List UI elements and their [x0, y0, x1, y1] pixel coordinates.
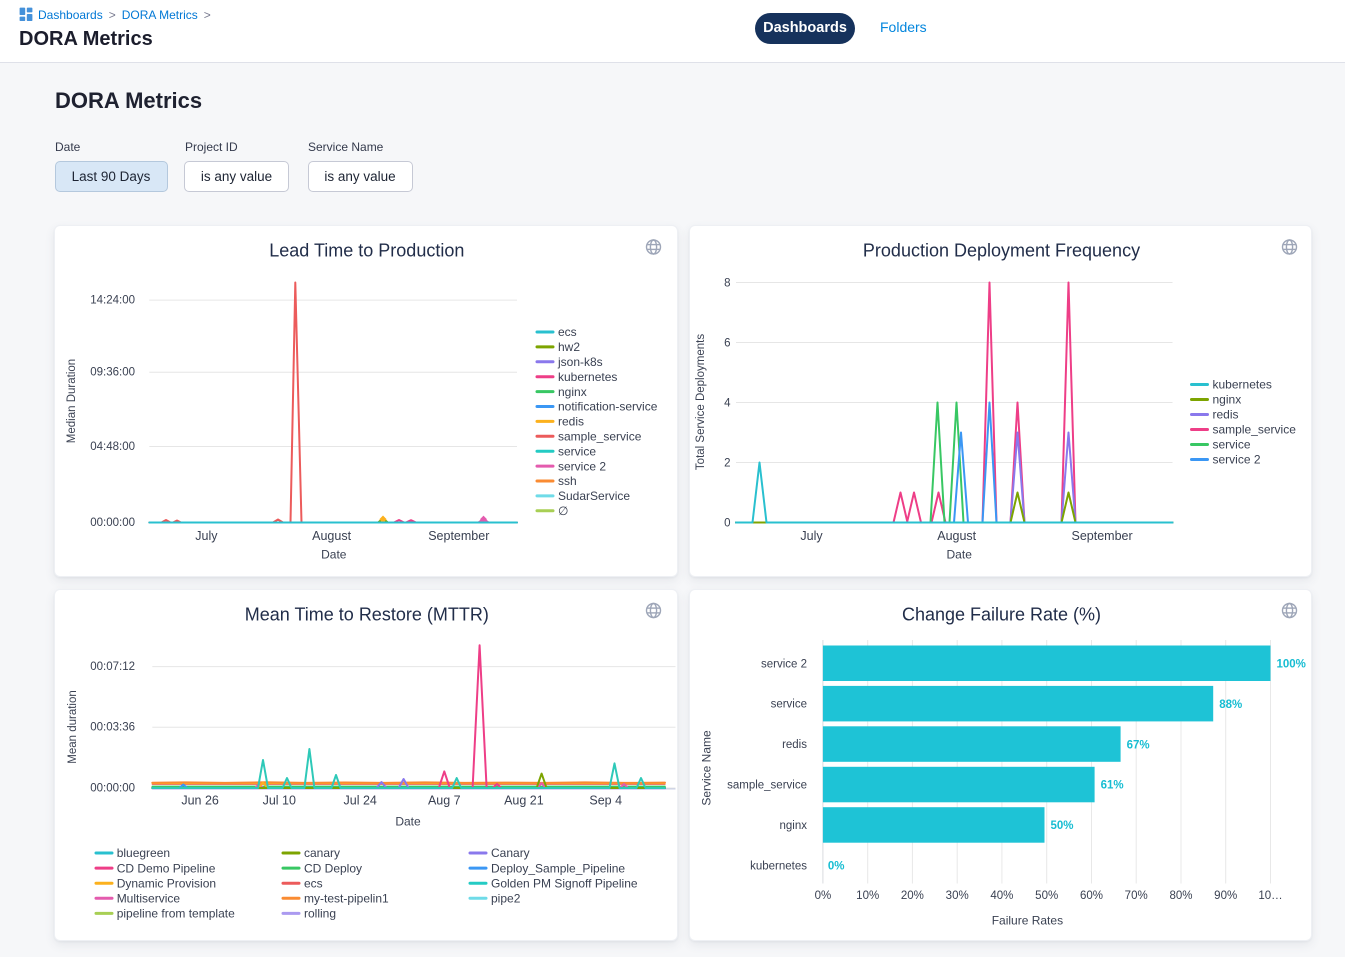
svg-text:ecs: ecs: [304, 876, 323, 890]
svg-text:Canary: Canary: [491, 846, 530, 860]
svg-text:service 2: service 2: [1212, 452, 1260, 466]
svg-text:my-test-pipelin1: my-test-pipelin1: [304, 892, 389, 906]
svg-text:Multiservice: Multiservice: [117, 892, 181, 906]
svg-text:service 2: service 2: [760, 658, 806, 670]
svg-text:Date: Date: [321, 547, 347, 561]
svg-text:July: July: [800, 529, 823, 543]
svg-text:2: 2: [724, 457, 730, 469]
svg-text:50%: 50%: [1035, 890, 1058, 902]
svg-text:00:00:00: 00:00:00: [90, 782, 135, 794]
svg-text:10%: 10%: [856, 890, 879, 902]
svg-text:sample_service: sample_service: [558, 429, 642, 443]
svg-text:Deploy_Sample_Pipeline: Deploy_Sample_Pipeline: [491, 861, 625, 875]
svg-text:00:07:12: 00:07:12: [90, 661, 135, 673]
svg-text:Aug 7: Aug 7: [428, 794, 461, 808]
svg-text:40%: 40%: [990, 890, 1013, 902]
svg-text:hw2: hw2: [558, 340, 580, 354]
svg-text:Golden PM Signoff Pipeline: Golden PM Signoff Pipeline: [491, 876, 638, 890]
svg-text:4: 4: [724, 397, 731, 409]
svg-text:30%: 30%: [945, 890, 968, 902]
svg-text:September: September: [428, 529, 489, 543]
svg-text:Production Deployment Frequenc: Production Deployment Frequency: [862, 240, 1139, 260]
svg-text:service 2: service 2: [558, 459, 606, 473]
svg-text:00:03:36: 00:03:36: [90, 722, 135, 734]
svg-text:notification-service: notification-service: [558, 399, 658, 413]
svg-text:Jul 24: Jul 24: [344, 794, 377, 808]
svg-text:Failure Rates: Failure Rates: [991, 914, 1062, 928]
svg-text:service: service: [770, 699, 806, 711]
svg-text:json-k8s: json-k8s: [557, 355, 603, 369]
svg-text:September: September: [1071, 529, 1132, 543]
svg-text:Jun 26: Jun 26: [181, 794, 219, 808]
svg-text:service: service: [1212, 437, 1250, 451]
svg-text:04:48:00: 04:48:00: [90, 440, 135, 452]
svg-text:bluegreen: bluegreen: [117, 846, 170, 860]
svg-text:Aug 21: Aug 21: [504, 794, 544, 808]
svg-text:61%: 61%: [1100, 780, 1123, 792]
svg-text:kubernetes: kubernetes: [750, 860, 807, 872]
svg-text:pipeline from template: pipeline from template: [117, 907, 235, 921]
svg-text:kubernetes: kubernetes: [1212, 377, 1271, 391]
svg-text:88%: 88%: [1219, 699, 1242, 711]
svg-text:0: 0: [724, 517, 730, 529]
svg-text:0%: 0%: [827, 861, 844, 873]
svg-text:6: 6: [724, 337, 730, 349]
svg-text:Change Failure Rate (%): Change Failure Rate (%): [901, 605, 1100, 625]
svg-text:pipe2: pipe2: [491, 892, 521, 906]
svg-text:ssh: ssh: [558, 474, 577, 488]
svg-text:Sep 4: Sep 4: [589, 794, 622, 808]
svg-text:70%: 70%: [1124, 890, 1147, 902]
svg-text:90%: 90%: [1214, 890, 1237, 902]
svg-text:August: August: [937, 529, 976, 543]
svg-text:Lead Time to Production: Lead Time to Production: [269, 240, 464, 260]
svg-text:80%: 80%: [1169, 890, 1192, 902]
svg-text:10…: 10…: [1258, 890, 1282, 902]
svg-text:20%: 20%: [900, 890, 923, 902]
svg-text:sample_service: sample_service: [727, 780, 807, 792]
svg-text:redis: redis: [558, 414, 584, 428]
svg-text:Mean duration: Mean duration: [67, 690, 79, 764]
svg-text:service: service: [558, 444, 596, 458]
svg-text:SudarService: SudarService: [558, 489, 630, 503]
svg-text:67%: 67%: [1126, 739, 1149, 751]
svg-text:canary: canary: [304, 846, 340, 860]
svg-text:00:00:00: 00:00:00: [90, 516, 135, 528]
svg-text:nginx: nginx: [779, 820, 807, 832]
svg-text:rolling: rolling: [304, 907, 336, 921]
svg-text:July: July: [195, 529, 218, 543]
svg-text:∅: ∅: [558, 504, 568, 518]
svg-text:Mean Time to Restore (MTTR): Mean Time to Restore (MTTR): [245, 605, 489, 625]
svg-text:Total Service Deployments: Total Service Deployments: [695, 333, 707, 469]
svg-text:sample_service: sample_service: [1212, 422, 1296, 436]
svg-text:Date: Date: [395, 815, 421, 829]
svg-text:redis: redis: [782, 739, 807, 751]
svg-text:August: August: [312, 529, 351, 543]
svg-text:kubernetes: kubernetes: [558, 369, 617, 383]
svg-text:Median Duration: Median Duration: [66, 358, 78, 442]
svg-text:50%: 50%: [1050, 820, 1073, 832]
svg-text:Jul 10: Jul 10: [263, 794, 296, 808]
svg-text:CD Demo Pipeline: CD Demo Pipeline: [117, 861, 216, 875]
svg-text:ecs: ecs: [558, 325, 577, 339]
svg-text:60%: 60%: [1079, 890, 1102, 902]
svg-text:nginx: nginx: [558, 384, 587, 398]
svg-text:8: 8: [724, 277, 730, 289]
svg-text:100%: 100%: [1276, 659, 1305, 671]
svg-text:nginx: nginx: [1212, 392, 1241, 406]
svg-text:redis: redis: [1212, 407, 1238, 421]
svg-text:09:36:00: 09:36:00: [90, 366, 135, 378]
svg-text:CD Deploy: CD Deploy: [304, 861, 362, 875]
svg-text:Dynamic Provision: Dynamic Provision: [117, 876, 216, 890]
svg-text:0%: 0%: [814, 890, 831, 902]
svg-text:Service Name: Service Name: [699, 730, 713, 806]
svg-text:Date: Date: [946, 547, 972, 561]
svg-text:14:24:00: 14:24:00: [90, 294, 135, 306]
